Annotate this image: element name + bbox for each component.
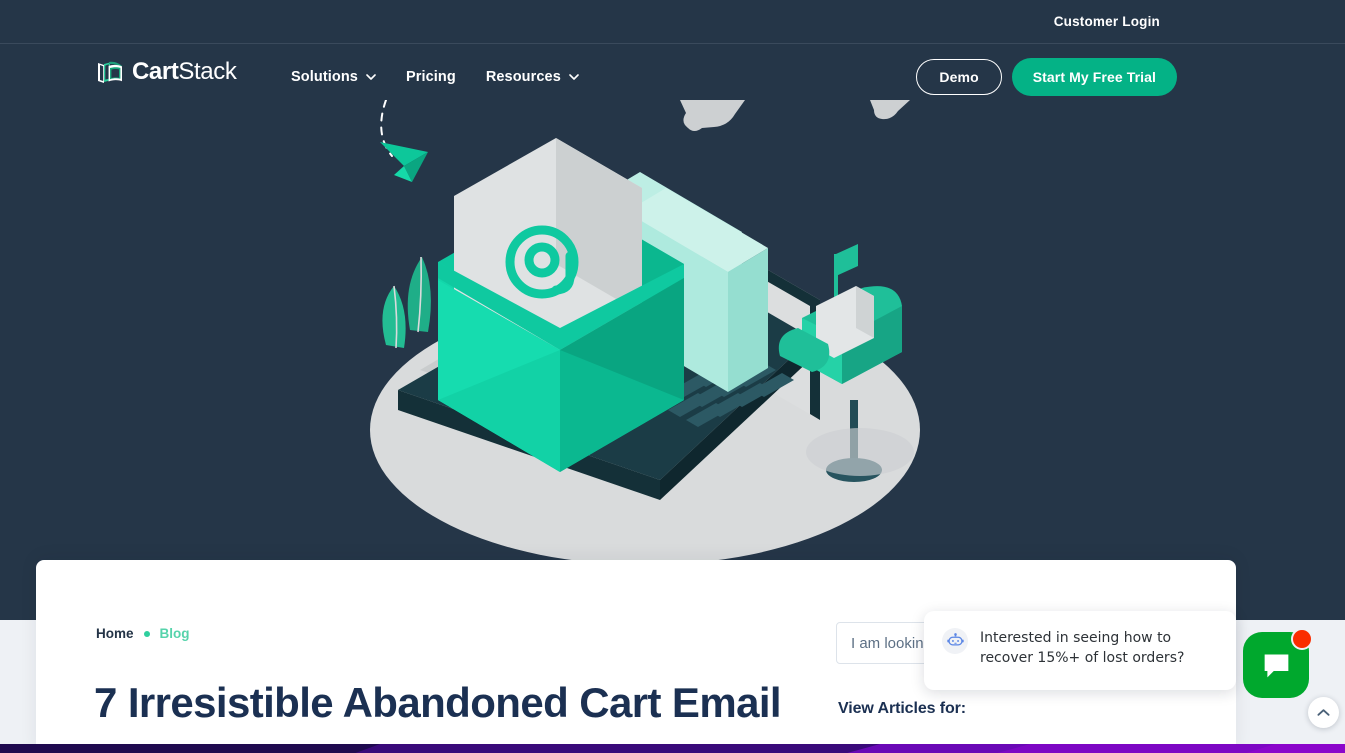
logo-wordmark: CartStack — [132, 58, 237, 85]
chevron-down-icon — [569, 74, 579, 80]
nav-actions: Demo Start My Free Trial — [916, 45, 1177, 109]
top-utility-bar: Customer Login — [0, 0, 1345, 44]
nav-item-resources-label: Resources — [485, 69, 561, 85]
reading-progress-bar — [0, 742, 1345, 753]
nav-item-pricing[interactable]: Pricing — [406, 69, 456, 85]
start-free-trial-button[interactable]: Start My Free Trial — [1011, 58, 1177, 96]
chevron-up-icon — [1317, 709, 1330, 716]
cartstack-book-logo-icon — [95, 57, 125, 87]
customer-login-link[interactable]: Customer Login — [1054, 14, 1160, 29]
page-root: Customer Login CartStack Solutions Prici… — [0, 0, 1345, 753]
demo-button[interactable]: Demo — [916, 59, 1002, 95]
robot-icon — [942, 628, 968, 654]
back-to-top-button[interactable] — [1308, 697, 1339, 728]
logo-text-stack: Stack — [178, 58, 237, 85]
nav-item-pricing-label: Pricing — [405, 69, 456, 85]
chat-greeting-text: Interested in seeing how to recover 15%+… — [980, 630, 1185, 667]
site-logo[interactable]: CartStack — [95, 57, 237, 87]
nav-links: Solutions Pricing Resources — [291, 45, 579, 109]
chevron-down-icon — [366, 74, 376, 80]
nav-item-solutions-label: Solutions — [291, 69, 358, 85]
nav-item-resources[interactable]: Resources — [486, 69, 579, 85]
hero-illustration — [350, 99, 950, 570]
chat-unread-badge — [1291, 628, 1313, 650]
chat-greeting-tooltip[interactable]: Interested in seeing how to recover 15%+… — [924, 611, 1236, 690]
breadcrumb-separator-dot — [143, 630, 150, 637]
main-navigation: CartStack Solutions Pricing Resources De… — [0, 45, 1345, 109]
view-articles-label: View Articles for: — [838, 700, 967, 717]
nav-item-solutions[interactable]: Solutions — [291, 69, 376, 85]
breadcrumb: Home Blog — [96, 626, 190, 641]
breadcrumb-blog-link[interactable]: Blog — [160, 626, 190, 641]
chat-bubble-icon — [1264, 654, 1288, 677]
logo-text-cart: Cart — [132, 58, 179, 85]
page-title: 7 Irresistible Abandoned Cart Email — [94, 679, 782, 726]
breadcrumb-home-link[interactable]: Home — [96, 626, 134, 641]
chat-launcher-button[interactable] — [1243, 628, 1313, 698]
